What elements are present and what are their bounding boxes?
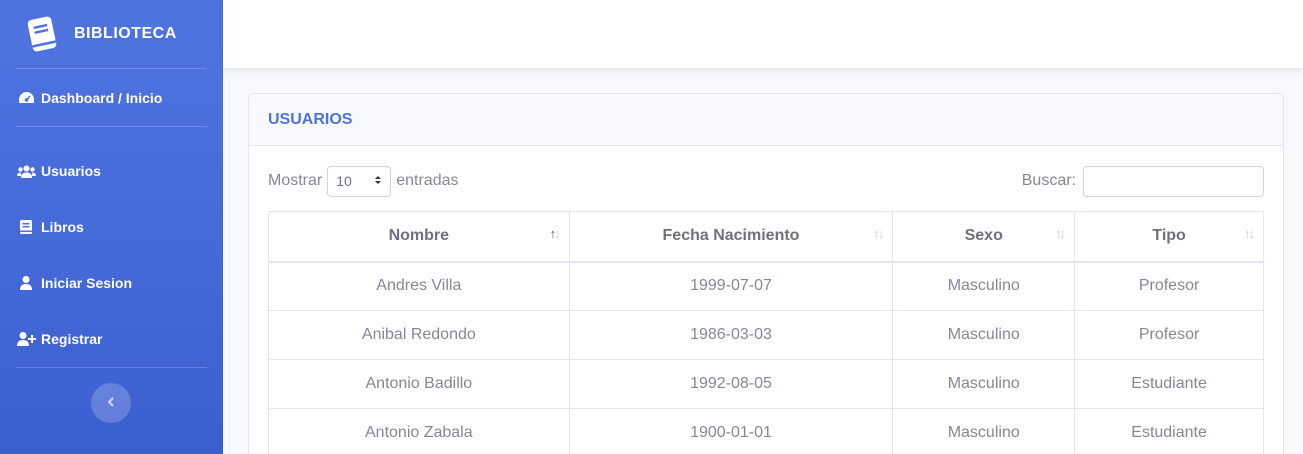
topbar xyxy=(223,0,1303,68)
table-row: Antonio Badillo 1992-08-05 Masculino Est… xyxy=(268,359,1264,409)
table-row: Anibal Redondo 1986-03-03 Masculino Prof… xyxy=(268,310,1264,360)
table-controls: Mostrar 10 entradas Buscar: xyxy=(268,165,1264,197)
cell-sexo: Masculino xyxy=(892,310,1076,360)
sidebar: BIBLIOTECA Dashboard / Inicio Usuarios L… xyxy=(0,0,223,454)
column-header-nombre[interactable]: Nombre ↑↓ xyxy=(268,211,570,263)
tachometer-icon xyxy=(16,90,36,106)
sidebar-item-iniciar-sesion[interactable]: Iniciar Sesion xyxy=(0,255,223,311)
cell-fecha: 1999-07-07 xyxy=(568,261,894,311)
book-icon xyxy=(24,14,60,54)
cell-nombre: Antonio Badillo xyxy=(268,359,570,409)
users-card: USUARIOS Mostrar 10 entradas Buscar: Nom… xyxy=(248,93,1284,454)
book-icon xyxy=(16,219,36,235)
sidebar-item-label: Usuarios xyxy=(41,163,101,179)
column-header-fecha-nacimiento[interactable]: Fecha Nacimiento ↑↓ xyxy=(568,211,894,263)
cell-nombre: Andres Villa xyxy=(268,261,570,311)
entries-label: entradas xyxy=(396,172,459,189)
sidebar-item-label: Dashboard / Inicio xyxy=(41,89,163,106)
chevron-left-icon xyxy=(107,394,115,412)
search-input[interactable] xyxy=(1083,165,1264,197)
column-header-sexo[interactable]: Sexo ↑↓ xyxy=(892,211,1076,263)
table-row: Andres Villa 1999-07-07 Masculino Profes… xyxy=(268,261,1264,311)
users-icon xyxy=(16,163,36,179)
page-length-select[interactable]: 10 xyxy=(327,165,392,197)
table-row: Antonio Zabala 1900-01-01 Masculino Estu… xyxy=(268,408,1264,454)
cell-fecha: 1992-08-05 xyxy=(568,359,894,409)
sidebar-toggle-button[interactable] xyxy=(91,383,131,423)
sort-icon: ↑↓ xyxy=(1055,226,1066,241)
page-length-value: 10 xyxy=(336,173,352,189)
column-header-tipo[interactable]: Tipo ↑↓ xyxy=(1074,211,1264,263)
table-header-row: Nombre ↑↓ Fecha Nacimiento ↑↓ Sexo ↑↓ Ti… xyxy=(268,211,1264,263)
cell-nombre: Antonio Zabala xyxy=(268,408,570,454)
user-icon xyxy=(16,275,36,291)
cell-sexo: Masculino xyxy=(892,408,1076,454)
cell-sexo: Masculino xyxy=(892,261,1076,311)
page-length-control: Mostrar 10 entradas xyxy=(268,165,459,197)
cell-fecha: 1986-03-03 xyxy=(568,310,894,360)
cell-tipo: Profesor xyxy=(1074,310,1264,360)
sidebar-brand[interactable]: BIBLIOTECA xyxy=(0,0,223,68)
users-table: Nombre ↑↓ Fecha Nacimiento ↑↓ Sexo ↑↓ Ti… xyxy=(268,211,1264,454)
sidebar-item-label: Libros xyxy=(41,219,84,235)
show-label: Mostrar xyxy=(268,172,323,189)
sort-icon: ↑↓ xyxy=(1244,226,1255,241)
sidebar-item-dashboard[interactable]: Dashboard / Inicio xyxy=(0,69,223,126)
sort-icon: ↑↓ xyxy=(873,226,884,241)
search-label: Buscar: xyxy=(1021,172,1076,189)
brand-name: BIBLIOTECA xyxy=(74,25,177,42)
card-title: USUARIOS xyxy=(249,94,1283,146)
sidebar-item-libros[interactable]: Libros xyxy=(0,199,223,255)
cell-nombre: Anibal Redondo xyxy=(268,310,570,360)
sidebar-item-usuarios[interactable]: Usuarios xyxy=(0,143,223,199)
cell-tipo: Estudiante xyxy=(1074,359,1264,409)
sidebar-divider xyxy=(16,367,207,368)
cell-tipo: Profesor xyxy=(1074,261,1264,311)
sort-icon: ↑↓ xyxy=(549,226,561,241)
sidebar-item-registrar[interactable]: Registrar xyxy=(0,311,223,367)
cell-fecha: 1900-01-01 xyxy=(568,408,894,454)
sidebar-item-label: Iniciar Sesion xyxy=(41,275,133,291)
user-plus-icon xyxy=(16,331,36,347)
sidebar-item-label: Registrar xyxy=(41,331,103,347)
cell-tipo: Estudiante xyxy=(1074,408,1264,454)
search-control: Buscar: xyxy=(1022,165,1264,197)
cell-sexo: Masculino xyxy=(892,359,1076,409)
sort-arrows-icon xyxy=(374,173,382,189)
